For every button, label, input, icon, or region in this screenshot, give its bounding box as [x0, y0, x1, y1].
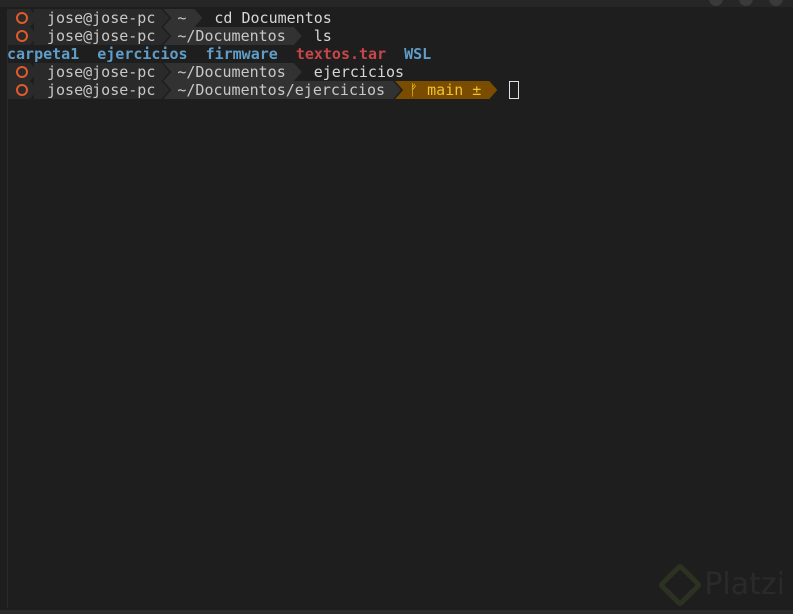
user-segment: jose@jose-pc	[34, 27, 169, 45]
user-segment: jose@jose-pc	[34, 81, 169, 99]
platzi-watermark: Platzi	[657, 561, 785, 608]
window-button[interactable]	[739, 0, 753, 6]
user-segment: jose@jose-pc	[34, 63, 169, 81]
ubuntu-icon	[16, 12, 28, 24]
window-button[interactable]	[709, 0, 723, 6]
dir-segment: ~/Documentos/ejercicios	[163, 81, 401, 99]
ls-entry-archive: textos.tar	[295, 45, 387, 63]
prompt-line: jose@jose-pc ~/Documentos ls	[8, 27, 793, 45]
ubuntu-icon	[16, 66, 28, 78]
git-branch-icon: ᚠ	[409, 81, 419, 99]
ubuntu-icon	[16, 84, 28, 96]
user-segment: jose@jose-pc	[34, 9, 169, 27]
watermark-text: Platzi	[704, 567, 785, 602]
ls-entry-directory: WSL	[404, 45, 432, 63]
prompt-line: jose@jose-pc ~/Documentos/ejercicios ᚠ m…	[8, 81, 793, 99]
os-segment	[8, 63, 38, 81]
platzi-logo-icon	[657, 561, 703, 608]
ls-entry-directory: carpeta1	[7, 45, 80, 63]
dir-segment: ~/Documentos	[163, 27, 301, 45]
terminal[interactable]: jose@jose-pc ~ cd Documentos jose@jose-p…	[7, 9, 793, 608]
prompt-line: jose@jose-pc ~ cd Documentos	[8, 9, 793, 27]
dir-segment: ~/Documentos	[163, 63, 301, 81]
os-segment	[8, 27, 38, 45]
git-status: ±	[472, 81, 482, 99]
ls-entry-directory: firmware	[205, 45, 278, 63]
title-bar	[0, 0, 793, 7]
git-branch: main	[427, 81, 464, 99]
command-text: cd Documentos	[214, 9, 332, 27]
git-segment: ᚠ main ±	[395, 81, 497, 99]
cursor	[509, 81, 520, 99]
command-text: ejercicios	[313, 63, 405, 81]
bottom-border	[0, 610, 793, 614]
command-text: ls	[313, 27, 332, 45]
os-segment	[8, 9, 38, 27]
prompt-line: jose@jose-pc ~/Documentos ejercicios	[8, 63, 793, 81]
window-close-button[interactable]	[769, 0, 783, 6]
ubuntu-icon	[16, 30, 28, 42]
ls-entry-directory: ejercicios	[97, 45, 188, 63]
os-segment	[8, 81, 38, 99]
ls-output: carpeta1 ejercicios firmware textos.tar …	[7, 45, 793, 63]
